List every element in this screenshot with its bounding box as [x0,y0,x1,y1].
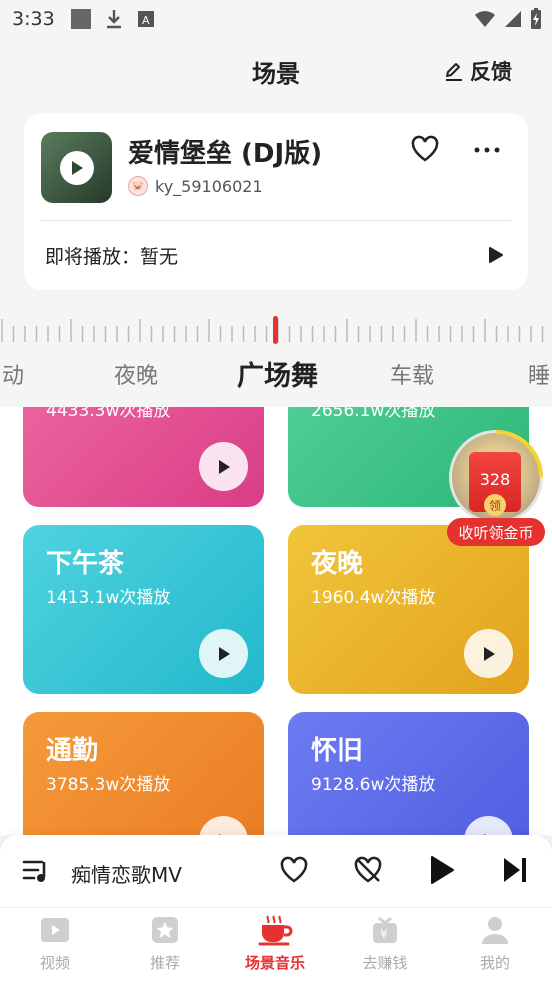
coffee-cup-icon [258,915,293,946]
play-icon [218,646,230,661]
listen-coin-widget[interactable]: 328 领 收听领金币 [447,430,545,548]
wifi-icon [475,11,495,27]
scene-name: 通勤 [46,736,99,766]
scene-card[interactable]: 夜晚 1960.4w次播放 [288,525,529,694]
song-title: 爱情堡垒 (DJ版) [128,139,323,169]
mini-heart-icon[interactable] [279,855,309,885]
scene-card[interactable]: 怀旧 9128.6w次播放 [288,712,529,835]
bottom-nav: 视频 推荐 场景音乐 ¥ 去赚钱 我的 [0,907,552,981]
uploader[interactable]: 🐷 ky_59106021 [128,176,263,196]
recommend-icon [152,917,178,943]
scene-ruler[interactable] [0,316,552,346]
mini-player: 痴情恋歌MV [0,835,552,907]
font-a-icon: A [137,11,154,27]
nav-label: 去赚钱 [362,954,408,972]
download-icon [106,10,121,29]
tab-square-dance[interactable]: 广场舞 [237,354,318,393]
scene-plays: 9128.6w次播放 [311,775,436,795]
card-divider [41,220,511,221]
scene-card[interactable]: 通勤 3785.3w次播放 [23,712,264,835]
coin-amount: 328 [479,470,511,489]
profile-icon [482,917,508,944]
coin-label: 收听领金币 [447,518,545,546]
notification-square-icon [70,9,91,29]
nav-label: 推荐 [149,954,180,972]
now-playing-card: 爱情堡垒 (DJ版) 🐷 ky_59106021 即将播放：暂无 [24,113,528,290]
signal-icon [505,11,521,27]
dislike-heart-icon[interactable] [353,855,383,885]
feedback-button[interactable]: 反馈 [444,56,512,86]
cover-play-button[interactable] [59,150,94,185]
scene-plays: 4433.3w次播放 [46,407,171,421]
scene-card[interactable]: 4433.3w次播放 [23,407,264,507]
scene-name: 怀旧 [311,736,364,766]
tab-activity[interactable]: 动 [2,358,24,390]
up-next-play-icon[interactable] [488,246,504,264]
username: ky_59106021 [155,176,263,196]
up-next-text: 即将播放：暂无 [45,246,179,268]
edit-pencil-icon [446,63,462,81]
tab-night[interactable]: 夜晚 [114,358,158,390]
video-icon [41,918,69,942]
tab-car[interactable]: 车载 [390,358,434,390]
scene-play-button[interactable] [199,442,248,491]
status-bar: 3:33 A [0,0,552,38]
play-icon [218,459,230,474]
nav-scene-music[interactable]: 场景音乐 [220,912,330,973]
more-options-icon[interactable] [472,137,502,163]
battery-icon [531,8,541,29]
nav-recommend[interactable]: 推荐 [110,912,220,973]
svg-text:A: A [142,14,150,27]
scene-play-button[interactable] [199,629,248,678]
scene-name: 夜晚 [311,549,364,579]
nav-earn[interactable]: ¥ 去赚钱 [330,912,440,973]
favorite-heart-icon[interactable] [410,135,440,163]
scene-card[interactable]: 下午茶 1413.1w次播放 [23,525,264,694]
gift-icon: ¥ [373,916,397,943]
header: 场景 反馈 [0,44,552,94]
scene-tabs: 动 夜晚 广场舞 车载 睡 [0,352,552,392]
next-track-icon[interactable] [502,855,528,885]
feedback-label: 反馈 [470,60,512,84]
user-avatar: 🐷 [128,176,148,196]
svg-text:¥: ¥ [380,927,388,941]
coin-claim-badge: 领 [484,494,506,516]
play-icon [483,646,495,661]
nav-label: 场景音乐 [244,954,305,972]
status-time: 3:33 [12,8,55,30]
nav-video[interactable]: 视频 [0,912,110,973]
scene-plays: 2656.1w次播放 [311,407,436,421]
scene-plays: 1413.1w次播放 [46,588,171,608]
scene-play-button[interactable] [199,816,248,835]
ruler-marker [273,316,278,344]
nav-label: 我的 [479,954,510,972]
nav-label: 视频 [39,954,70,972]
nav-profile[interactable]: 我的 [440,912,550,973]
scene-plays: 3785.3w次播放 [46,775,171,795]
playlist-icon[interactable] [22,858,52,884]
tab-sleep[interactable]: 睡 [528,358,550,390]
scene-play-button[interactable] [464,629,513,678]
scene-plays: 1960.4w次播放 [311,588,436,608]
play-icon [71,160,83,175]
album-cover[interactable] [41,132,112,203]
scene-play-button[interactable] [464,816,513,835]
scene-name: 下午茶 [46,549,125,579]
mini-player-title[interactable]: 痴情恋歌MV [71,859,182,888]
play-icon[interactable] [429,855,455,885]
